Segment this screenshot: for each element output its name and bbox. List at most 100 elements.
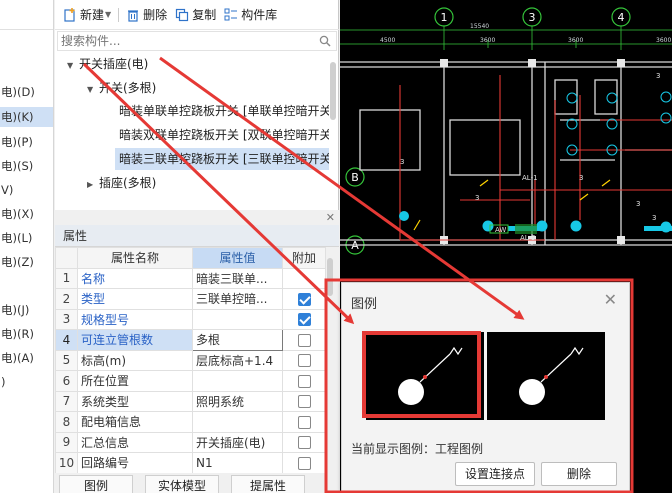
attribute-extra — [282, 267, 326, 289]
cad-text: AW — [495, 226, 506, 234]
extra-checkbox[interactable] — [297, 333, 311, 347]
attribute-name: 名称 — [77, 267, 193, 289]
tree-node-label: 暗装单联单控跷板开关 [单联单控暗开关 — [119, 104, 329, 118]
chevron-down-icon[interactable]: ▼ — [67, 55, 79, 77]
tree-node-label: 暗装双联单控跷板开关 [双联单控暗开关 — [119, 128, 329, 142]
attribute-value[interactable] — [192, 308, 283, 330]
attribute-name: 类型 — [77, 288, 193, 310]
copy-icon — [175, 8, 189, 22]
chevron-right-icon[interactable]: ▶ — [87, 174, 99, 196]
dimension-label: 15540 — [470, 23, 489, 30]
axis-label: 1 — [441, 11, 448, 24]
attribute-value-input[interactable]: 多根 — [192, 329, 283, 351]
attribute-name: 规格型号 — [77, 308, 193, 330]
chevron-down-icon[interactable]: ▼ — [105, 10, 111, 19]
extra-checkbox[interactable] — [297, 456, 311, 470]
attribute-value[interactable]: 层底标高+1.4 — [192, 349, 283, 371]
search-icon[interactable] — [319, 35, 331, 50]
extra-checkbox[interactable] — [297, 354, 311, 368]
table-row[interactable]: 6 所在位置 — [55, 370, 326, 392]
table-row[interactable]: 5 标高(m) 层底标高+1.4 — [55, 349, 326, 371]
set-connection-point-button[interactable]: 设置连接点 — [455, 462, 535, 486]
component-library-label: 构件库 — [241, 8, 278, 22]
col-header-value[interactable]: 属性值 — [192, 247, 283, 269]
table-row[interactable]: 7 系统类型 照明系统 — [55, 390, 326, 412]
attribute-extra — [282, 308, 326, 330]
attribute-value[interactable] — [192, 411, 283, 433]
extra-checkbox[interactable] — [297, 436, 311, 450]
extra-checkbox[interactable] — [297, 292, 311, 306]
category-item[interactable]: ) — [0, 372, 53, 392]
category-item[interactable]: 电)(L) — [0, 228, 53, 248]
new-button-label: 新建 — [80, 8, 105, 22]
category-item[interactable]: 电)(S) — [0, 156, 53, 176]
attribute-value[interactable]: 照明系统 — [192, 390, 283, 412]
cad-text: 3 — [400, 158, 404, 166]
tree-leaf[interactable]: 暗装双联单控跷板开关 [双联单控暗开关 — [119, 124, 329, 146]
category-item[interactable]: V) — [0, 180, 53, 200]
category-item[interactable] — [0, 276, 53, 296]
copy-button[interactable]: 复制 — [171, 4, 220, 26]
category-item[interactable]: 电)(Z) — [0, 252, 53, 272]
close-icon[interactable]: ✕ — [326, 211, 335, 224]
category-item[interactable]: 电)(J) — [0, 300, 53, 320]
table-row[interactable]: 1 名称 暗装三联单... — [55, 267, 326, 289]
attribute-header-row: 属性名称 属性值 附加 — [55, 247, 326, 269]
category-item[interactable]: 电)(R) — [0, 324, 53, 344]
category-item[interactable]: 电)(A) — [0, 348, 53, 368]
attribute-extra — [282, 349, 326, 371]
attribute-panel-title: 属性 — [55, 225, 339, 247]
legend-preview-left[interactable] — [366, 332, 484, 420]
chevron-down-icon[interactable]: ▼ — [87, 79, 99, 101]
dimension-label: 3600 — [656, 37, 671, 44]
search-input[interactable] — [58, 32, 308, 50]
delete-button[interactable]: 删除 — [122, 4, 171, 26]
table-row[interactable]: 2 类型 三联单控暗... — [55, 288, 326, 310]
category-item[interactable]: 电)(P) — [0, 132, 53, 152]
tree-leaf-selected[interactable]: 暗装三联单控跷板开关 [三联单控暗开关 — [115, 148, 329, 170]
category-item[interactable]: 电)(D) — [0, 82, 53, 102]
dimension-label: 4500 — [380, 37, 395, 44]
col-header-name[interactable]: 属性名称 — [77, 247, 193, 269]
attribute-value[interactable]: 暗装三联单... — [192, 267, 283, 289]
legend-preview-right[interactable] — [487, 332, 605, 420]
close-icon[interactable]: ✕ — [604, 290, 617, 309]
delete-button-label: 删除 — [143, 8, 168, 22]
category-item[interactable]: 电)(X) — [0, 204, 53, 224]
row-number: 3 — [55, 308, 78, 330]
attribute-value[interactable]: 三联单控暗... — [192, 288, 283, 310]
library-icon — [224, 8, 238, 22]
component-library-button[interactable]: 构件库 — [220, 4, 281, 26]
attribute-value[interactable]: N1 — [192, 452, 283, 474]
table-row[interactable]: 10 回路编号 N1 — [55, 452, 326, 474]
tree-scrollbar[interactable] — [330, 62, 336, 120]
extra-checkbox[interactable] — [297, 415, 311, 429]
component-panel: 新建 ▼ 删除 复制 构件库 ▼开关插座(电) — [55, 0, 339, 210]
table-row-editing[interactable]: 4 可连立管根数 多根 — [55, 329, 326, 351]
tree-leaf[interactable]: 暗装单联单控跷板开关 [单联单控暗开关 — [119, 100, 329, 122]
tree-node-switch-multi[interactable]: ▼ 开关(多根) — [87, 77, 156, 99]
tree-node-switch-socket[interactable]: ▼ 开关插座(电) — [67, 53, 148, 75]
attribute-value[interactable]: 开关插座(电) — [192, 431, 283, 453]
delete-legend-button[interactable]: 删除 — [541, 462, 617, 486]
tab-legend[interactable]: 图例 — [59, 475, 133, 493]
table-row[interactable]: 3 规格型号 — [55, 308, 326, 330]
attribute-value[interactable] — [192, 370, 283, 392]
tab-extract-attributes[interactable]: 提属性 — [231, 475, 305, 493]
col-header-extra[interactable]: 附加 — [282, 247, 326, 269]
component-search[interactable] — [57, 31, 337, 51]
category-item-selected[interactable]: 电)(K) — [0, 107, 53, 127]
extra-checkbox[interactable] — [297, 374, 311, 388]
tab-solid-model[interactable]: 实体模型 — [145, 475, 219, 493]
table-row[interactable]: 9 汇总信息 开关插座(电) — [55, 431, 326, 453]
table-row[interactable]: 8 配电箱信息 — [55, 411, 326, 433]
extra-checkbox[interactable] — [297, 313, 311, 327]
extra-checkbox[interactable] — [297, 395, 311, 409]
attribute-scrollbar[interactable] — [327, 258, 333, 296]
tree-node-socket-multi[interactable]: ▶ 插座(多根) — [87, 172, 156, 194]
attribute-name: 配电箱信息 — [77, 411, 193, 433]
attribute-extra — [282, 288, 326, 310]
new-button[interactable]: 新建 ▼ — [59, 4, 115, 26]
cad-text: 3 — [579, 174, 583, 182]
tree-node-label: 暗装三联单控跷板开关 [三联单控暗开关 — [119, 152, 329, 166]
